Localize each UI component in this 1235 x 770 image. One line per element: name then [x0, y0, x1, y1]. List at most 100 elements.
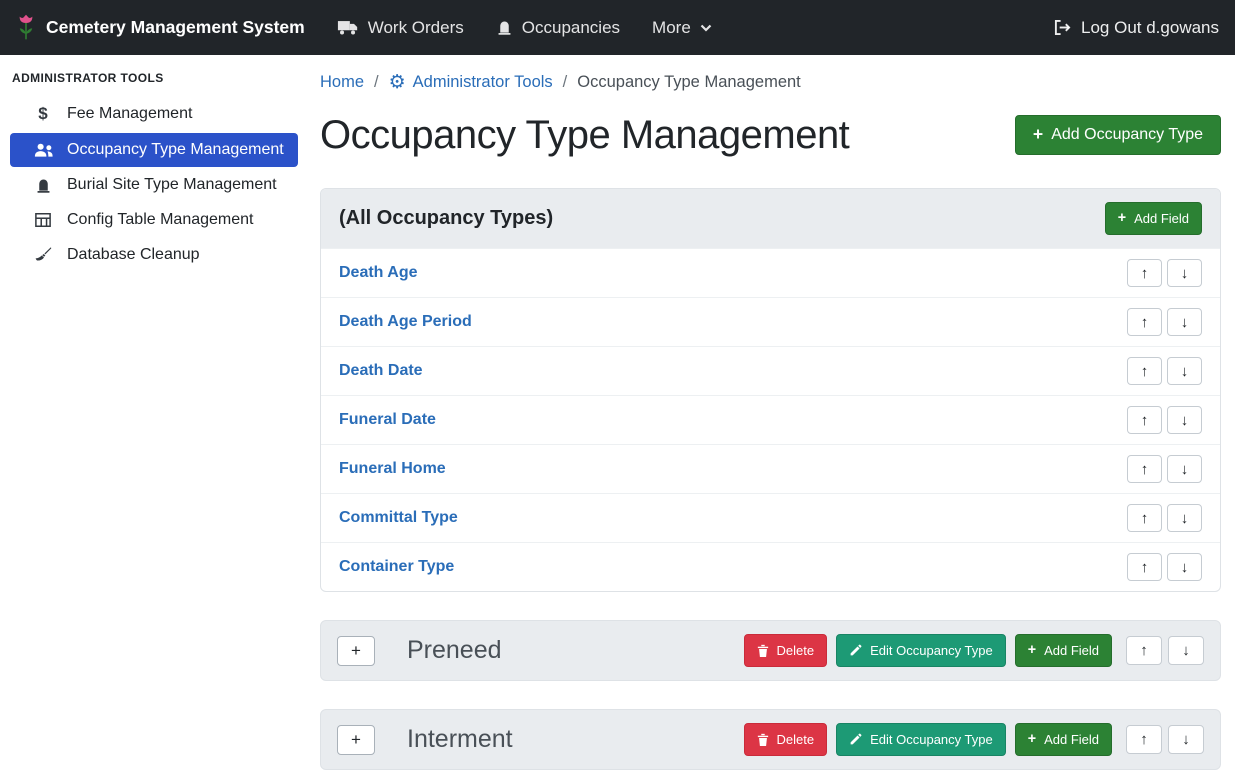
dollar-icon: $	[32, 104, 54, 124]
field-row: Death Date ↑ ↓	[321, 346, 1220, 395]
tulip-logo-icon	[16, 14, 36, 41]
arrow-down-icon: ↓	[1181, 412, 1189, 429]
field-link[interactable]: Funeral Home	[339, 460, 446, 478]
move-down-button[interactable]: ↓	[1167, 406, 1202, 434]
occupancy-type-actions: Delete Edit Occupancy Type + Add Field	[744, 634, 1204, 667]
sidebar-item-label: Database Cleanup	[67, 246, 200, 264]
field-row: Funeral Home ↑ ↓	[321, 444, 1220, 493]
occupancy-type-card-interment: + Interment Delete	[320, 709, 1221, 770]
move-down-button[interactable]: ↓	[1168, 725, 1204, 754]
field-link[interactable]: Death Date	[339, 362, 423, 380]
card-title: (All Occupancy Types)	[339, 207, 553, 230]
page-title: Occupancy Type Management	[320, 108, 849, 162]
all-occupancy-types-header: (All Occupancy Types) + Add Field	[321, 189, 1220, 248]
field-link[interactable]: Death Age	[339, 264, 418, 282]
button-label: Add Field	[1134, 211, 1189, 226]
reorder-controls: ↑ ↓	[1127, 553, 1202, 581]
occupancy-type-title: Interment	[407, 725, 513, 754]
main-nav: Work Orders Occupancies More	[337, 18, 712, 38]
arrow-up-icon: ↑	[1141, 461, 1149, 478]
move-up-button[interactable]: ↑	[1127, 357, 1162, 385]
move-up-button[interactable]: ↑	[1127, 259, 1162, 287]
field-link[interactable]: Death Age Period	[339, 313, 472, 331]
users-icon	[32, 142, 54, 158]
reorder-controls: ↑ ↓	[1126, 725, 1204, 754]
move-down-button[interactable]: ↓	[1167, 455, 1202, 483]
app-brand[interactable]: Cemetery Management System	[16, 14, 305, 41]
edit-occupancy-type-button[interactable]: Edit Occupancy Type	[836, 723, 1006, 756]
breadcrumb-current: Occupancy Type Management	[577, 73, 801, 92]
truck-icon	[337, 19, 359, 36]
reorder-controls: ↑ ↓	[1126, 636, 1204, 665]
nav-item-label: Work Orders	[368, 18, 464, 38]
occupancy-type-card-preneed: + Preneed Delete	[320, 620, 1221, 681]
move-up-button[interactable]: ↑	[1126, 636, 1162, 665]
arrow-up-icon: ↑	[1140, 642, 1148, 659]
breadcrumb-separator: /	[374, 73, 379, 92]
nav-work-orders[interactable]: Work Orders	[337, 18, 464, 38]
nav-occupancies[interactable]: Occupancies	[496, 18, 620, 38]
sidebar-item-database-cleanup[interactable]: Database Cleanup	[10, 238, 298, 272]
trash-icon	[757, 733, 769, 747]
sidebar-item-config-table-management[interactable]: Config Table Management	[10, 203, 298, 237]
table-icon	[32, 212, 54, 228]
move-up-button[interactable]: ↑	[1127, 553, 1162, 581]
sidebar-item-label: Occupancy Type Management	[67, 141, 284, 159]
logout-label: Log Out d.gowans	[1081, 18, 1219, 38]
edit-occupancy-type-button[interactable]: Edit Occupancy Type	[836, 634, 1006, 667]
pencil-icon	[849, 733, 862, 746]
field-link[interactable]: Funeral Date	[339, 411, 436, 429]
add-field-button[interactable]: + Add Field	[1015, 634, 1112, 667]
nav-more[interactable]: More	[652, 18, 712, 38]
move-down-button[interactable]: ↓	[1167, 357, 1202, 385]
page-header: Occupancy Type Management + Add Occupanc…	[320, 108, 1221, 162]
button-label: Edit Occupancy Type	[870, 732, 993, 747]
nav-item-label: More	[652, 18, 691, 38]
occupancy-type-actions: Delete Edit Occupancy Type + Add Field	[744, 723, 1204, 756]
move-up-button[interactable]: ↑	[1127, 504, 1162, 532]
arrow-down-icon: ↓	[1181, 314, 1189, 331]
reorder-controls: ↑ ↓	[1127, 455, 1202, 483]
sidebar-item-label: Fee Management	[67, 105, 192, 123]
occupancy-type-title: Preneed	[407, 636, 502, 665]
move-up-button[interactable]: ↑	[1127, 455, 1162, 483]
button-label: Delete	[777, 643, 815, 658]
delete-button[interactable]: Delete	[744, 634, 828, 667]
add-occupancy-type-button[interactable]: + Add Occupancy Type	[1015, 115, 1221, 155]
expand-button[interactable]: +	[337, 725, 375, 755]
pencil-icon	[849, 644, 862, 657]
sidebar-item-occupancy-type-management[interactable]: Occupancy Type Management	[10, 133, 298, 167]
logout-button[interactable]: Log Out d.gowans	[1053, 18, 1219, 38]
arrow-up-icon: ↑	[1141, 412, 1149, 429]
add-field-button[interactable]: + Add Field	[1015, 723, 1112, 756]
arrow-down-icon: ↓	[1181, 510, 1189, 527]
breadcrumb-admin-tools-link[interactable]: ⚙ Administrator Tools	[389, 73, 553, 92]
move-up-button[interactable]: ↑	[1126, 725, 1162, 754]
add-field-button[interactable]: + Add Field	[1105, 202, 1202, 235]
sidebar-heading: ADMINISTRATOR TOOLS	[0, 59, 308, 95]
button-label: Add Field	[1044, 732, 1099, 747]
reorder-controls: ↑ ↓	[1127, 504, 1202, 532]
field-row: Committal Type ↑ ↓	[321, 493, 1220, 542]
field-link[interactable]: Committal Type	[339, 509, 458, 527]
plus-icon: +	[351, 641, 361, 661]
breadcrumb-home-link[interactable]: Home	[320, 73, 364, 92]
tombstone-icon	[32, 177, 54, 194]
delete-button[interactable]: Delete	[744, 723, 828, 756]
move-down-button[interactable]: ↓	[1167, 504, 1202, 532]
move-down-button[interactable]: ↓	[1167, 308, 1202, 336]
move-down-button[interactable]: ↓	[1167, 259, 1202, 287]
sidebar-item-fee-management[interactable]: $ Fee Management	[10, 96, 298, 132]
field-link[interactable]: Container Type	[339, 558, 454, 576]
broom-icon	[32, 246, 54, 264]
arrow-up-icon: ↑	[1141, 363, 1149, 380]
move-down-button[interactable]: ↓	[1168, 636, 1204, 665]
reorder-controls: ↑ ↓	[1127, 357, 1202, 385]
move-up-button[interactable]: ↑	[1127, 308, 1162, 336]
expand-button[interactable]: +	[337, 636, 375, 666]
arrow-down-icon: ↓	[1181, 265, 1189, 282]
move-up-button[interactable]: ↑	[1127, 406, 1162, 434]
move-down-button[interactable]: ↓	[1167, 553, 1202, 581]
sidebar-item-burial-site-type-management[interactable]: Burial Site Type Management	[10, 168, 298, 202]
reorder-controls: ↑ ↓	[1127, 406, 1202, 434]
